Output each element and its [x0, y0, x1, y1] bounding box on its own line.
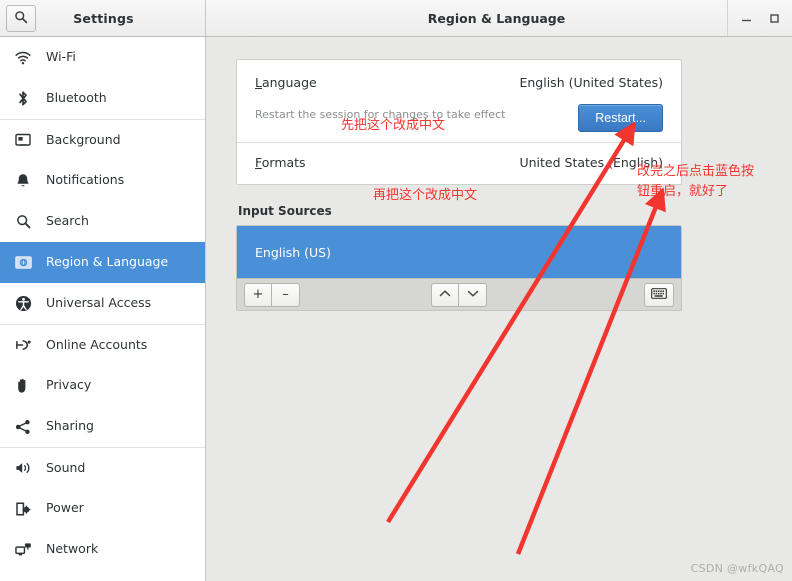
formats-row-left: Formats [255, 155, 306, 170]
input-sources-toolbar: + – [237, 278, 681, 310]
language-value: English (United States) [519, 75, 663, 90]
chevron-up-icon [439, 288, 451, 301]
sidebar-item-label: Sharing [46, 418, 94, 434]
move-down-button[interactable] [459, 282, 487, 307]
minimize-button[interactable] [732, 0, 760, 36]
formats-row[interactable]: Formats United States (English) [237, 142, 681, 184]
bell-icon [12, 172, 34, 190]
sidebar-item-wifi[interactable]: Wi-Fi [0, 37, 205, 78]
formats-value: United States (English) [519, 155, 663, 170]
main-headerbar: Region & Language [206, 0, 792, 36]
window-body: Wi-Fi Bluetooth Background Notifications… [0, 37, 792, 581]
language-label: Language [255, 75, 505, 90]
list-item[interactable]: English (US) [237, 226, 681, 278]
power-icon [12, 500, 34, 518]
minimize-icon [741, 19, 751, 21]
add-input-source-button[interactable]: + [244, 282, 272, 307]
maximize-button[interactable] [760, 0, 788, 36]
sidebar-item-label: Online Accounts [46, 336, 148, 352]
sidebar-item-universal-access[interactable]: Universal Access [0, 283, 205, 324]
sidebar-item-label: Privacy [46, 377, 92, 393]
sidebar: Wi-Fi Bluetooth Background Notifications… [0, 37, 206, 581]
input-sources-title: Input Sources [238, 204, 332, 218]
window-controls [727, 0, 792, 36]
language-row-right: English (United States) Restart... [519, 75, 663, 132]
add-remove-group: + – [244, 282, 300, 307]
sidebar-item-privacy[interactable]: Privacy [0, 365, 205, 406]
search-button[interactable] [6, 4, 36, 32]
sidebar-item-notifications[interactable]: Notifications [0, 160, 205, 201]
sidebar-item-label: Wi-Fi [46, 49, 76, 65]
sidebar-item-label: Universal Access [46, 295, 152, 311]
move-up-button[interactable] [431, 282, 459, 307]
bluetooth-icon [12, 90, 34, 108]
watermark: CSDN @wfkQAQ [690, 562, 784, 575]
sidebar-item-label: Region & Language [46, 254, 169, 270]
sidebar-headerbar: Settings [0, 0, 206, 36]
sidebar-item-background[interactable]: Background [0, 119, 205, 160]
network-icon [12, 541, 34, 559]
language-row-left: Language Restart the session for changes… [255, 75, 505, 121]
language-row[interactable]: Language Restart the session for changes… [237, 60, 681, 142]
sidebar-item-label: Power [46, 500, 84, 516]
input-sources-list: English (US) + – [236, 225, 682, 311]
language-label-mnemonic: L [255, 75, 262, 90]
chevron-down-icon [467, 288, 479, 301]
sidebar-item-power[interactable]: Power [0, 488, 205, 529]
sidebar-item-label: Notifications [46, 172, 125, 188]
sidebar-item-sound[interactable]: Sound [0, 447, 205, 488]
keyboard-icon [651, 287, 667, 302]
sound-icon [12, 459, 34, 477]
formats-label-mnemonic: F [255, 155, 262, 170]
content-area: Language Restart the session for changes… [206, 37, 792, 581]
sidebar-item-bluetooth[interactable]: Bluetooth [0, 78, 205, 119]
universal-access-icon [12, 295, 34, 313]
wifi-icon [12, 49, 34, 67]
formats-row-right: United States (English) [519, 155, 663, 170]
keyboard-preview-group [644, 282, 674, 307]
privacy-hand-icon [12, 377, 34, 395]
page-title: Region & Language [427, 10, 566, 26]
sidebar-item-network[interactable]: Network [0, 529, 205, 570]
sidebar-item-label: Sound [46, 459, 86, 475]
remove-input-source-button[interactable]: – [272, 282, 300, 307]
sharing-icon [12, 418, 34, 436]
formats-label-rest: ormats [261, 155, 306, 170]
sidebar-item-region-language[interactable]: Region & Language [0, 242, 205, 283]
language-label-rest: anguage [261, 75, 317, 90]
maximize-icon [769, 13, 779, 23]
online-accounts-icon [12, 336, 34, 354]
show-keyboard-layout-button[interactable] [644, 282, 674, 307]
sidebar-item-label: Network [46, 541, 99, 557]
search-icon [12, 213, 34, 231]
language-formats-panel: Language Restart the session for changes… [236, 59, 682, 185]
input-source-label: English (US) [255, 244, 331, 260]
formats-label: Formats [255, 155, 306, 170]
search-icon [14, 9, 28, 28]
sidebar-item-label: Search [46, 213, 89, 229]
window-headerbar: Settings Region & Language [0, 0, 792, 37]
language-hint: Restart the session for changes to take … [255, 108, 506, 121]
background-icon [12, 131, 34, 149]
restart-button[interactable]: Restart... [578, 104, 663, 132]
sidebar-item-online-accounts[interactable]: Online Accounts [0, 324, 205, 365]
app-title: Settings [73, 10, 134, 26]
sidebar-item-sharing[interactable]: Sharing [0, 406, 205, 447]
settings-window: Settings Region & Language Wi-Fi Bluetoo… [0, 0, 792, 581]
sidebar-item-label: Background [46, 131, 121, 147]
sidebar-item-search[interactable]: Search [0, 201, 205, 242]
region-language-icon [12, 254, 34, 272]
sidebar-item-label: Bluetooth [46, 90, 107, 106]
move-group [431, 282, 487, 307]
